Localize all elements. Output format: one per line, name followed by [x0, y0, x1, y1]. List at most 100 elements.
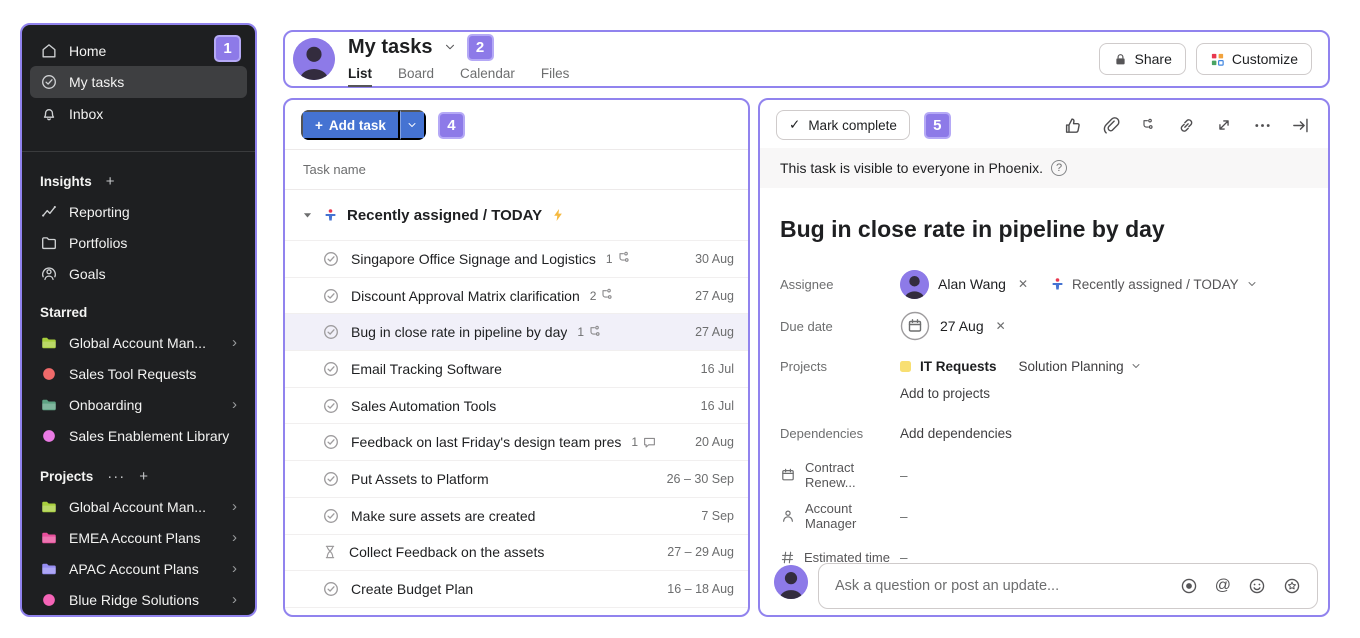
custom-field-label: Contract Renew... — [780, 460, 900, 490]
calendar-circle-icon[interactable] — [900, 311, 930, 341]
project-section-dropdown[interactable]: Solution Planning — [1019, 359, 1142, 374]
task-title[interactable]: Bug in close rate in pipeline by day — [780, 214, 1308, 244]
task-row[interactable]: Discount Approval Matrix clarification22… — [285, 278, 748, 315]
close-pane-button[interactable] — [1290, 115, 1310, 135]
caret-down-icon[interactable] — [301, 209, 314, 222]
mention-button[interactable]: @ — [1215, 578, 1231, 594]
expand-button[interactable] — [1214, 115, 1234, 135]
add-icon[interactable]: + — [139, 468, 149, 485]
chevron-right-icon[interactable]: › — [232, 335, 237, 350]
chevron-right-icon[interactable]: › — [232, 530, 237, 545]
chevron-right-icon[interactable]: › — [232, 561, 237, 576]
page-title[interactable]: My tasks — [348, 36, 433, 59]
sidebar-item-apac-account-plans[interactable]: APAC Account Plans› — [30, 553, 247, 584]
sidebar-item-onboarding[interactable]: Onboarding› — [30, 389, 247, 420]
hourglass-icon[interactable] — [322, 544, 338, 560]
sidebar-item-global-account-man-[interactable]: Global Account Man...› — [30, 327, 247, 358]
add-task-button[interactable]: + Add task — [301, 110, 400, 140]
check-circle-icon[interactable] — [322, 360, 340, 378]
more-options-icon[interactable]: ··· — [107, 468, 125, 485]
chevron-down-icon[interactable] — [443, 40, 457, 54]
custom-field-value[interactable]: – — [900, 468, 908, 483]
sidebar-item-inbox[interactable]: Inbox — [30, 98, 247, 129]
add-to-projects-button[interactable]: Add to projects — [780, 386, 1308, 410]
custom-field-name: Account Manager — [805, 501, 900, 531]
sidebar-section-header-projects: Projects···+ — [30, 461, 247, 491]
add-dependencies-button[interactable]: Add dependencies — [900, 426, 1012, 441]
user-avatar[interactable] — [293, 38, 335, 80]
add-task-dropdown-button[interactable] — [400, 110, 426, 140]
add-icon[interactable]: + — [106, 173, 116, 190]
appreciation-button[interactable] — [1283, 577, 1301, 595]
sidebar-item-portfolios[interactable]: Portfolios — [30, 227, 247, 258]
chevron-down-icon — [1246, 278, 1258, 290]
check-circle-icon[interactable] — [322, 470, 340, 488]
column-header-task-name[interactable]: Task name — [285, 150, 748, 190]
sidebar-item-sales-tool-requests[interactable]: Sales Tool Requests — [30, 358, 247, 389]
task-row[interactable]: Bug in close rate in pipeline by day127 … — [285, 314, 748, 351]
task-row[interactable]: Sales Automation Tools16 Jul — [285, 388, 748, 425]
like-button[interactable] — [1062, 115, 1082, 135]
task-name: Email Tracking Software — [351, 361, 502, 377]
chevron-right-icon[interactable]: › — [232, 397, 237, 412]
custom-field-value[interactable]: – — [900, 509, 908, 524]
comment-input[interactable]: Ask a question or post an update... @ — [818, 563, 1318, 609]
sidebar-item-blue-ridge-solutions[interactable]: Blue Ridge Solutions› — [30, 584, 247, 615]
task-row[interactable]: Make sure assets are created7 Sep — [285, 498, 748, 535]
share-button[interactable]: Share — [1099, 43, 1186, 75]
sidebar-item-global-account-man-[interactable]: Global Account Man...› — [30, 491, 247, 522]
attach-button[interactable] — [1100, 115, 1120, 135]
mark-complete-button[interactable]: ✓ Mark complete — [776, 110, 910, 140]
tab-files[interactable]: Files — [541, 66, 570, 87]
tab-calendar[interactable]: Calendar — [460, 66, 515, 87]
count-value: 1 — [631, 435, 638, 449]
subtask-icon — [588, 325, 603, 340]
comment-icon — [642, 435, 657, 450]
sidebar-item-reporting[interactable]: Reporting — [30, 196, 247, 227]
check-circle-icon[interactable] — [322, 250, 340, 268]
sidebar-item-emea-account-plans[interactable]: EMEA Account Plans› — [30, 522, 247, 553]
emoji-button[interactable] — [1248, 577, 1266, 595]
help-icon[interactable]: ? — [1051, 160, 1067, 176]
project-name[interactable]: IT Requests — [920, 359, 997, 374]
task-row[interactable]: Singapore Office Signage and Logistics13… — [285, 241, 748, 278]
annotation-badge-1: 1 — [214, 35, 241, 62]
add-task-label: Add task — [329, 118, 386, 133]
due-date-value[interactable]: 27 Aug — [940, 318, 984, 334]
record-video-button[interactable] — [1180, 577, 1198, 595]
check-circle-icon[interactable] — [322, 580, 340, 598]
tab-list[interactable]: List — [348, 66, 372, 87]
subtasks-button[interactable] — [1138, 115, 1158, 135]
customize-button[interactable]: Customize — [1196, 43, 1312, 75]
annotation-badge-5: 5 — [924, 112, 951, 139]
copy-link-button[interactable] — [1176, 115, 1196, 135]
remove-assignee-button[interactable]: ✕ — [1018, 277, 1028, 291]
count-value: 1 — [606, 252, 613, 266]
sidebar-item-my-tasks[interactable]: My tasks — [30, 66, 247, 98]
sidebar-item-label: Goals — [69, 266, 106, 282]
task-row[interactable]: Feedback on last Friday's design team pr… — [285, 424, 748, 461]
check-circle-icon[interactable] — [322, 287, 340, 305]
task-row[interactable]: Email Tracking Software16 Jul — [285, 351, 748, 388]
app-window: 1 HomeMy tasksInboxInsights+ReportingPor… — [0, 0, 1360, 638]
assignee-name[interactable]: Alan Wang — [938, 276, 1006, 292]
assignee-avatar[interactable] — [900, 270, 929, 299]
check-circle-icon[interactable] — [322, 507, 340, 525]
check-circle-icon[interactable] — [322, 433, 340, 451]
chevron-right-icon[interactable]: › — [232, 499, 237, 514]
sidebar-item-sales-enablement-library[interactable]: Sales Enablement Library — [30, 420, 247, 451]
chevron-right-icon[interactable]: › — [232, 592, 237, 607]
tab-board[interactable]: Board — [398, 66, 434, 87]
task-row[interactable]: Put Assets to Platform26 – 30 Sep — [285, 461, 748, 498]
task-row[interactable]: Collect Feedback on the assets27 – 29 Au… — [285, 535, 748, 572]
more-actions-button[interactable] — [1252, 115, 1272, 135]
task-row[interactable]: Create Budget Plan16 – 18 Aug — [285, 571, 748, 608]
home-icon — [40, 42, 58, 60]
remove-due-date-button[interactable]: ✕ — [996, 319, 1006, 333]
section-header-recently-assigned[interactable]: Recently assigned / TODAY — [285, 190, 748, 241]
assignee-section-dropdown[interactable]: Recently assigned / TODAY — [1050, 277, 1258, 292]
task-name: Create Budget Plan — [351, 581, 473, 597]
sidebar-item-goals[interactable]: Goals — [30, 258, 247, 289]
check-circle-icon[interactable] — [322, 397, 340, 415]
check-circle-icon[interactable] — [322, 323, 340, 341]
